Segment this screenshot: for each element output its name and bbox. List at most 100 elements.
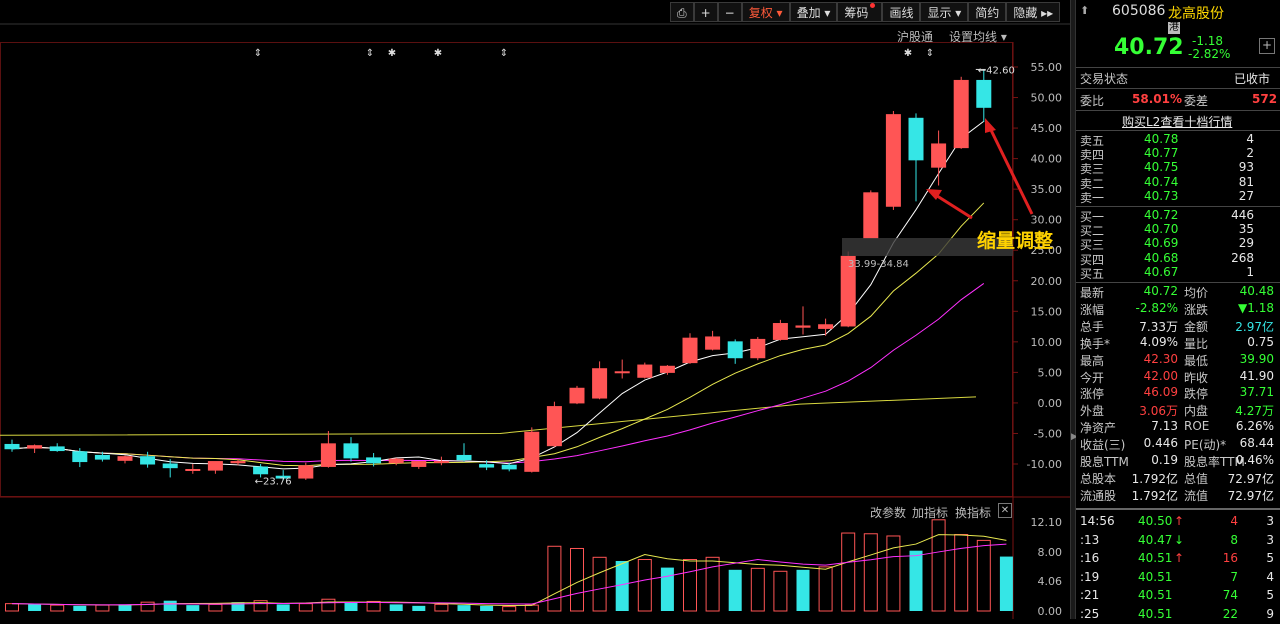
stat-row-cell: ROE [1184, 419, 1210, 434]
candle-body [185, 468, 201, 471]
zoom-in-button[interactable]: + [693, 2, 718, 22]
tick-row: :25 40.51 22 9 [1076, 607, 1280, 624]
change-params-button[interactable]: 改参数 [870, 504, 906, 521]
add-indicator-button[interactable]: 加指标 [912, 504, 948, 521]
candle-body [546, 406, 562, 447]
volume-bar [389, 604, 403, 611]
display-button[interactable]: 显示 ▾ [920, 2, 969, 22]
bid-row-cell: 40.68 [1144, 250, 1179, 265]
tick-row-cell: 4 [1266, 569, 1274, 584]
ma10-line [11, 202, 985, 467]
adjust-button[interactable]: 复权 ▾ [741, 2, 790, 22]
candle-body [433, 461, 449, 464]
back-arrow-icon[interactable]: ⬆ [1080, 4, 1089, 17]
volume-bar [954, 534, 969, 612]
tick-row: :13 40.47 ↓ 8 3 [1076, 533, 1280, 550]
zoom-out-button[interactable]: − [717, 2, 742, 22]
tick-row: :19 40.51 7 4 [1076, 570, 1280, 587]
candle-body [501, 464, 517, 470]
stat-row-cell: 最低 [1184, 353, 1209, 368]
draw-button[interactable]: 画线 [882, 2, 921, 22]
tick-row-cell: :13 [1080, 532, 1100, 547]
ask-row-cell: 81 [1238, 174, 1254, 189]
switch-indicator-button[interactable]: 换指标 [955, 504, 991, 521]
bid-row: 买五 40.67 1 [1076, 265, 1280, 282]
ask-row-cell: 40.78 [1144, 132, 1179, 146]
volume-tick-label: 0.00 [1038, 605, 1063, 618]
volume-bar [999, 556, 1013, 611]
simple-button[interactable]: 简约 [968, 2, 1007, 22]
candle-body [772, 323, 788, 340]
stat-row-cell: 涨跌 [1184, 302, 1209, 317]
overlay-button[interactable]: 叠加 ▾ [789, 2, 838, 22]
candle-body [320, 443, 336, 467]
volume-bar [863, 533, 878, 612]
tick-row-cell: ↑ [1174, 514, 1185, 528]
stat-row-cell: 0.19 [1151, 453, 1178, 467]
price-tick-label: 15.00 [1031, 305, 1063, 318]
annotation-arrow-1 [933, 192, 973, 220]
weibi-label: 委比 [1080, 94, 1105, 108]
add-watchlist-icon[interactable]: + [1259, 38, 1275, 54]
stat-row-cell: 跌停 [1184, 387, 1209, 402]
stat-row: 流通股 1.792亿 流值 72.97亿 [1076, 487, 1280, 504]
event-marker-icon: ✱ [904, 48, 912, 59]
stat-row-cell: 0.446 [1143, 436, 1178, 451]
kline-chart[interactable]: 55.0050.0045.0040.0035.0030.0025.0020.00… [0, 0, 1070, 619]
volume-bar [163, 600, 177, 611]
volume-tick-label: 4.06 [1038, 575, 1063, 588]
tick-row-cell: :21 [1080, 588, 1100, 603]
tick-row-cell: 3 [1266, 532, 1274, 547]
tick-row: :16 40.51 ↑ 16 5 [1076, 551, 1280, 568]
chips-button[interactable]: 筹码 [837, 2, 883, 22]
print-icon[interactable]: ⎙ [670, 2, 694, 22]
stat-row-cell: 净资产 [1080, 421, 1117, 436]
volume-tick-label: 12.10 [1031, 516, 1063, 529]
volume-bar [615, 560, 629, 611]
candle-body [207, 461, 223, 471]
weibi-value: 58.01% [1132, 92, 1182, 106]
candle-body [479, 464, 495, 468]
hgt-link[interactable]: 沪股通 [897, 28, 933, 45]
stat-row-cell: 流值 [1184, 488, 1209, 503]
volume-bar [705, 556, 720, 612]
candle-body [908, 117, 924, 161]
weicha-label: 委差 [1184, 94, 1209, 108]
candle-body [885, 114, 901, 207]
bid-row-cell: 268 [1231, 250, 1254, 265]
notify-dot-icon [870, 3, 876, 8]
price-tick-label: 55.00 [1031, 61, 1063, 74]
hide-button[interactable]: 隐藏 ▸▸ [1006, 2, 1061, 22]
event-marker-icon: ⇕ [926, 48, 934, 59]
ask-row-cell: 93 [1238, 160, 1254, 175]
stat-row-cell: 股息TTM [1080, 455, 1129, 469]
price-tick-label: 35.00 [1031, 183, 1063, 196]
stat-row-cell: 3.06万 [1139, 404, 1178, 419]
tick-row-cell: :19 [1080, 569, 1100, 584]
tick-row-cell: ↓ [1174, 532, 1185, 547]
stat-row-cell: 0.46% [1235, 453, 1274, 467]
price-change: -1.18 [1192, 34, 1224, 48]
ma-settings-button[interactable]: 设置均线 ▾ [949, 28, 1007, 45]
candle-body [27, 445, 43, 449]
bid-row-cell: 446 [1231, 208, 1254, 222]
stat-row: 涨停 46.09 跌停 37.71 [1076, 385, 1280, 402]
stat-row-cell: 1.792亿 [1131, 471, 1178, 486]
volume-bar [592, 556, 607, 612]
stat-row-cell: 最新 [1080, 286, 1105, 300]
close-indicator-icon[interactable]: ✕ [998, 503, 1012, 518]
stat-row-cell: 外盘 [1080, 404, 1105, 419]
stat-row: 总股本 1.792亿 总值 72.97亿 [1076, 470, 1280, 487]
candle-body [863, 192, 879, 239]
candle-body [94, 454, 110, 460]
candle-body [727, 341, 743, 359]
bid-row-cell: 买五 [1080, 266, 1105, 281]
buy-l2-link[interactable]: 购买L2查看十档行情 [1122, 113, 1232, 130]
stat-row-cell: 6.26% [1235, 419, 1274, 434]
tick-row-cell: 5 [1266, 588, 1274, 603]
stat-row-cell: 2.97亿 [1235, 319, 1274, 334]
ask-row-cell: 40.73 [1144, 188, 1179, 203]
chart-area[interactable]: 55.00 50.00 45.00 40.00 35.00 30.00 25.00 20.00… [0, 0, 1070, 619]
stock-name: 龙高股份 [1168, 6, 1224, 22]
ma60-line [0, 396, 977, 436]
